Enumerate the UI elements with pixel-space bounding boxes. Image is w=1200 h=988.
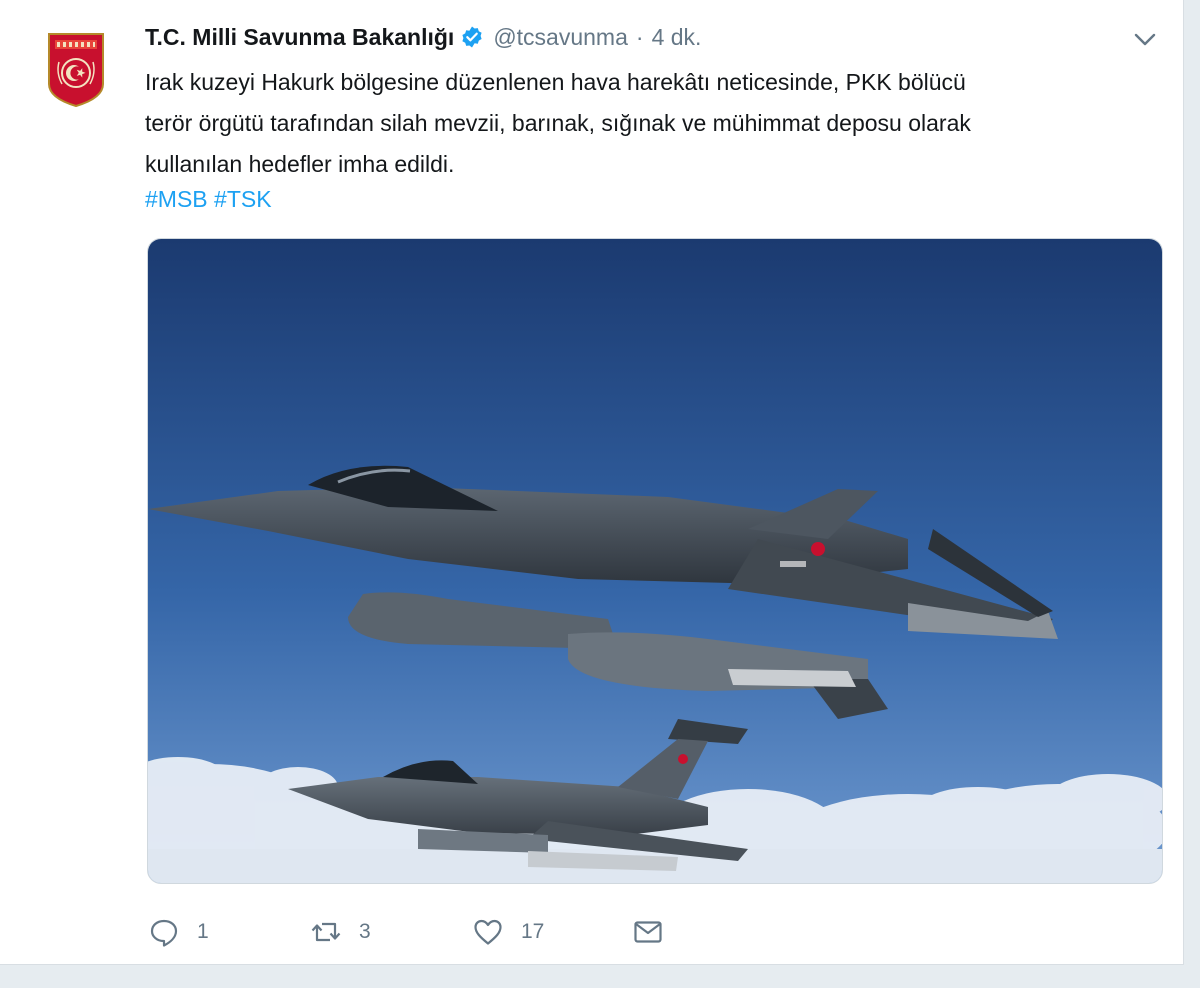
envelope-icon — [634, 921, 662, 943]
retweet-button[interactable]: 3 — [310, 912, 371, 952]
ministry-emblem-avatar[interactable] — [47, 32, 105, 108]
timestamp[interactable]: 4 dk. — [652, 24, 702, 51]
tweet-card[interactable]: T.C. Milli Savunma Bakanlığı @tcsavunma … — [0, 0, 1184, 965]
reply-button[interactable]: 1 — [148, 912, 209, 952]
username-handle[interactable]: @tcsavunma — [493, 24, 628, 51]
tweet-action-bar: 1 3 17 — [148, 912, 708, 952]
tweet-text: Irak kuzeyi Hakurk bölgesine düzenlenen … — [145, 62, 1155, 185]
chevron-down-icon[interactable] — [1131, 27, 1159, 51]
hashtag-msb[interactable]: #MSB — [145, 186, 208, 212]
like-count: 17 — [521, 920, 545, 943]
display-name[interactable]: T.C. Milli Savunma Bakanlığı — [145, 24, 454, 51]
tweet-text-line: terör örgütü tarafından silah mevzii, ba… — [145, 110, 971, 136]
tweet-text-line: kullanılan hedefler imha edildi. — [145, 151, 455, 177]
reply-icon — [150, 919, 178, 947]
tweet-header: T.C. Milli Savunma Bakanlığı @tcsavunma … — [145, 22, 701, 52]
direct-message-button[interactable] — [632, 912, 664, 952]
hashtag-tsk[interactable]: #TSK — [214, 186, 272, 212]
reply-count: 1 — [197, 920, 209, 943]
heart-icon — [474, 919, 502, 945]
separator-dot: · — [635, 23, 644, 50]
like-button[interactable]: 17 — [472, 912, 544, 952]
hashtag-row: #MSB #TSK — [145, 180, 272, 218]
tweet-text-line: Irak kuzeyi Hakurk bölgesine düzenlenen … — [145, 69, 966, 95]
fighter-jets-photo — [148, 239, 1162, 883]
verified-badge-icon — [462, 26, 482, 48]
tweet-media-photo[interactable] — [147, 238, 1163, 884]
retweet-icon — [311, 922, 341, 942]
retweet-count: 3 — [359, 920, 371, 943]
